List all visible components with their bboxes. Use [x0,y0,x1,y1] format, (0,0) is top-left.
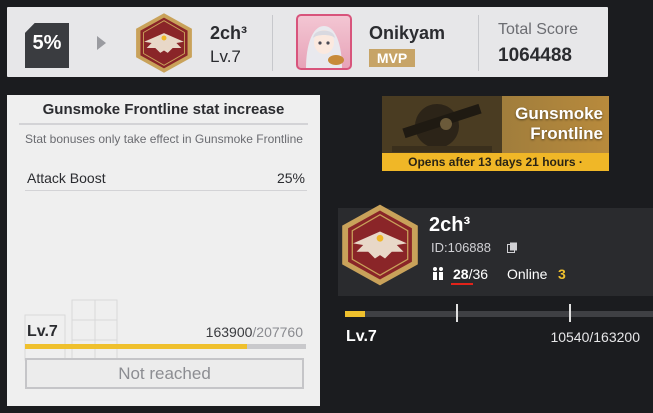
divider [19,123,308,125]
card-progress-bar [25,344,306,349]
annotation-underline [451,283,473,285]
ranking-banner: 5% 2ch³ Lv.7 Onikyam MVP Total Score 106… [7,7,608,77]
stat-card-title: Gunsmoke Frontline stat increase [42,101,285,118]
stat-increase-card: Gunsmoke Frontline stat increase Stat bo… [7,95,320,406]
rank-percent-badge: 5% [25,23,69,68]
arrow-right-icon [97,36,106,50]
guild-emblem-icon[interactable] [338,200,422,290]
card-exp: 163900/207760 [206,324,303,340]
copy-icon[interactable] [507,242,518,253]
rank-percent-text: 5% [32,32,62,54]
top-guild-level: Lv.7 [210,47,241,66]
divider [272,15,273,71]
attack-boost-row: Attack Boost 25% [25,170,307,191]
card-progress-fill [25,344,247,349]
stat-card-description: Stat bonuses only take effect in Gunsmok… [25,132,303,146]
attack-boost-label: Attack Boost [27,170,106,186]
guild-progress-level: Lv.7 [346,328,377,345]
panel-guild-id: ID:106888 [431,240,491,255]
guild-progress-exp: 10540/163200 [550,329,640,345]
total-score-value: 1064488 [498,45,572,66]
panel-guild-name: 2ch³ [429,214,471,236]
online-count: 3 [558,266,566,282]
guild-emblem-icon[interactable] [133,12,195,74]
progress-milestone-marker [569,304,571,322]
card-exp-current: 163900 [205,324,253,340]
attack-boost-value: 25% [276,170,305,186]
mvp-name: Onikyam [369,23,446,43]
members-icon [433,267,443,280]
top-guild-name: 2ch³ [210,23,248,43]
members-current: 28 [453,266,469,282]
members-total: /36 [468,266,489,282]
total-score-label: Total Score [498,21,579,38]
not-reached-button[interactable]: Not reached [25,358,304,389]
online-label: Online [507,266,548,282]
event-countdown: Opens after 13 days 21 hours · [382,153,609,171]
divider [478,15,479,71]
guild-info-panel: 2ch³ ID:106888 28/36 Online 3 [338,204,653,296]
members-count: 28/36 [453,266,488,282]
guild-progress-fill [345,311,365,317]
guild-progress-bar [345,311,653,317]
card-exp-total: 207760 [256,324,303,340]
mvp-avatar-icon[interactable] [296,14,352,70]
mvp-badge: MVP [369,49,415,67]
card-level: Lv.7 [27,323,58,340]
event-title: Gunsmoke Frontline [515,104,603,143]
gunsmoke-frontline-event-banner[interactable]: Gunsmoke Frontline Opens after 13 days 2… [382,96,609,171]
progress-milestone-marker [456,304,458,322]
